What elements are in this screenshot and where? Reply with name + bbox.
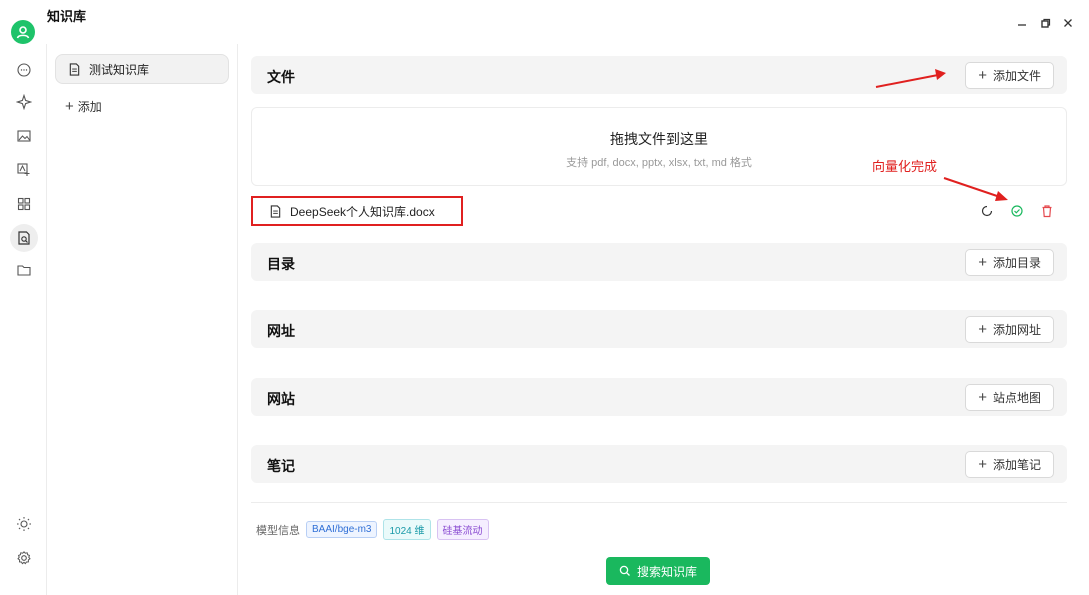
add-note-button[interactable]: + 添加笔记 bbox=[965, 451, 1054, 478]
plus-icon: + bbox=[65, 98, 74, 115]
title-bar: 知识库 bbox=[0, 0, 1089, 44]
file-row: DeepSeek个人知识库.docx bbox=[251, 196, 1067, 226]
plus-icon: + bbox=[978, 389, 987, 406]
arrow-to-add-file bbox=[875, 69, 946, 88]
kb-item-label: 测试知识库 bbox=[89, 62, 150, 77]
file-actions bbox=[980, 204, 1054, 221]
plus-icon: + bbox=[978, 456, 987, 473]
document-icon bbox=[270, 204, 281, 218]
sparkle-icon[interactable] bbox=[12, 90, 36, 114]
sitemap-button[interactable]: + 站点地图 bbox=[965, 384, 1054, 411]
document-icon bbox=[69, 62, 80, 76]
provider-tag: 硅基流动 bbox=[436, 519, 489, 540]
section-url: 网址 + 添加网址 bbox=[251, 310, 1067, 348]
chat-icon[interactable] bbox=[12, 58, 36, 82]
button-label: 添加笔记 bbox=[992, 458, 1041, 472]
embedding-model-tag: BAAI/bge-m3 bbox=[306, 521, 378, 538]
check-circle-icon bbox=[1010, 204, 1024, 221]
close-icon[interactable] bbox=[1059, 14, 1077, 32]
main-content: 文件 + 添加文件 拖拽文件到这里 支持 pdf, docx, pptx, xl… bbox=[238, 44, 1089, 595]
user-icon bbox=[16, 26, 30, 39]
button-label: 添加目录 bbox=[992, 256, 1041, 270]
search-knowledge-button[interactable]: 搜索知识库 bbox=[606, 557, 710, 585]
add-kb-button[interactable]: + 添加 bbox=[65, 98, 102, 115]
image-icon[interactable] bbox=[12, 124, 36, 148]
plus-icon: + bbox=[978, 254, 987, 271]
apps-icon[interactable] bbox=[12, 192, 36, 216]
search-icon bbox=[619, 565, 630, 576]
kb-item-test[interactable]: 测试知识库 bbox=[55, 54, 229, 84]
section-website: 网站 + 站点地图 bbox=[251, 378, 1067, 416]
sun-icon[interactable] bbox=[12, 512, 36, 536]
avatar[interactable] bbox=[11, 20, 35, 44]
restore-icon[interactable] bbox=[1036, 14, 1054, 32]
section-directory: 目录 + 添加目录 bbox=[251, 243, 1067, 281]
refresh-icon[interactable] bbox=[980, 204, 994, 221]
dimension-tag: 1024 维 bbox=[383, 519, 431, 540]
minimize-icon[interactable] bbox=[1013, 14, 1031, 32]
add-directory-button[interactable]: + 添加目录 bbox=[965, 249, 1054, 276]
model-info: 模型信息 BAAI/bge-m3 1024 维 硅基流动 bbox=[256, 519, 489, 540]
trash-icon[interactable] bbox=[1040, 204, 1054, 221]
divider bbox=[251, 502, 1067, 503]
section-title: 网址 bbox=[267, 323, 295, 339]
model-info-label: 模型信息 bbox=[256, 524, 300, 537]
app-title: 知识库 bbox=[47, 9, 87, 24]
folder-icon[interactable] bbox=[12, 258, 36, 282]
section-title: 网站 bbox=[267, 391, 295, 407]
button-label: 站点地图 bbox=[992, 391, 1041, 405]
button-label: 添加网址 bbox=[992, 323, 1041, 337]
settings-icon[interactable] bbox=[12, 546, 36, 570]
icon-rail bbox=[0, 44, 47, 595]
knowledge-base-list: 测试知识库 + 添加 bbox=[47, 44, 238, 595]
add-url-button[interactable]: + 添加网址 bbox=[965, 316, 1054, 343]
search-button-label: 搜索知识库 bbox=[636, 564, 697, 579]
plus-icon: + bbox=[978, 321, 987, 338]
knowledge-icon[interactable] bbox=[10, 224, 38, 252]
section-notes: 笔记 + 添加笔记 bbox=[251, 445, 1067, 483]
add-kb-label: 添加 bbox=[77, 100, 102, 114]
file-item[interactable]: DeepSeek个人知识库.docx bbox=[251, 196, 463, 226]
file-name: DeepSeek个人知识库.docx bbox=[290, 204, 435, 219]
section-title: 笔记 bbox=[267, 458, 295, 474]
section-title: 目录 bbox=[267, 256, 295, 272]
translate-icon[interactable] bbox=[12, 158, 36, 182]
